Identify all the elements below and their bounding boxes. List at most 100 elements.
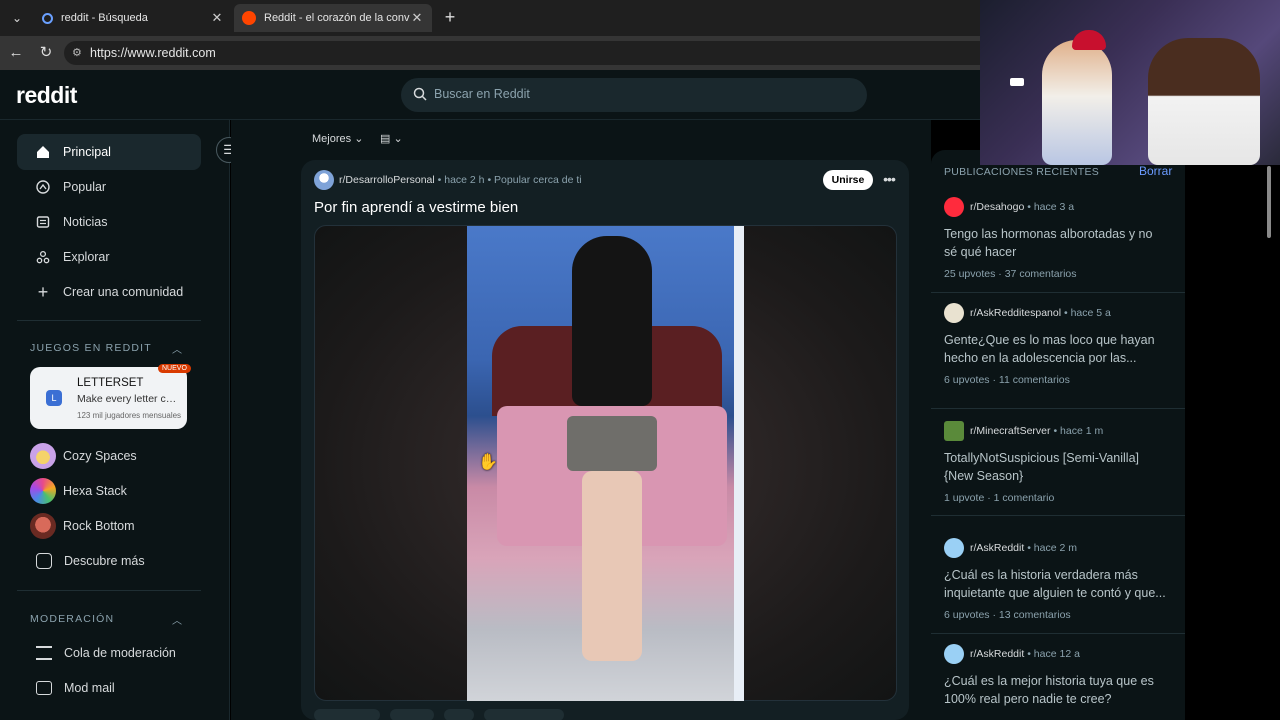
- photo-legs: [582, 471, 642, 661]
- home-icon: [35, 144, 51, 160]
- explore-icon: [35, 249, 51, 265]
- sidebar-item-rock-bottom[interactable]: Rock Bottom: [30, 512, 135, 540]
- recent-subreddit-link[interactable]: r/AskRedditespanol: [970, 307, 1061, 319]
- sidebar-item-mod-mail[interactable]: Mod mail: [30, 674, 115, 702]
- new-badge: NUEVO: [158, 364, 191, 373]
- back-arrow-icon[interactable]: ←: [6, 43, 26, 63]
- sidebar-item-cozy-spaces[interactable]: Cozy Spaces: [30, 442, 137, 470]
- sidebar-item-mod-queue[interactable]: Cola de moderación: [30, 639, 176, 667]
- plus-icon: +: [37, 281, 49, 302]
- moderation-section-title[interactable]: MODERACIÓN: [30, 613, 114, 625]
- chevron-down-icon: ⌄: [354, 133, 364, 145]
- sidebar-item-label: Cozy Spaces: [63, 449, 137, 463]
- sidebar-item-crear-comunidad[interactable]: + Crear una comunidad: [17, 274, 201, 310]
- photo-mirror-frame: [734, 226, 744, 701]
- award-button[interactable]: [444, 709, 474, 720]
- sidebar-item-explorar[interactable]: Explorar: [17, 239, 201, 275]
- sidebar-item-label: Principal: [63, 145, 111, 159]
- reload-icon[interactable]: ↻: [36, 43, 56, 63]
- search-favicon-icon: [42, 12, 53, 24]
- upvotes: 1 upvote: [944, 492, 985, 504]
- photo-skirt: [567, 416, 657, 471]
- streamer-right: [1148, 38, 1260, 165]
- comments-button[interactable]: [390, 709, 434, 720]
- comments: 1 comentario: [993, 492, 1055, 504]
- recent-post-meta: r/Desahogo • hace 3 a: [970, 201, 1075, 213]
- news-icon: [35, 214, 51, 230]
- subreddit-avatar[interactable]: [944, 538, 964, 558]
- post-title[interactable]: Por fin aprendí a vestirme bien: [314, 199, 518, 216]
- sidebar-item-label: Popular: [63, 180, 107, 194]
- clear-recent-button[interactable]: Borrar: [1139, 164, 1172, 178]
- sidebar-item-descubre-mas[interactable]: Descubre más: [30, 547, 145, 575]
- recent-divider: [931, 408, 1185, 409]
- red-cap: [1072, 30, 1106, 50]
- recent-time: hace 5 a: [1070, 307, 1111, 319]
- subreddit-avatar[interactable]: [944, 644, 964, 664]
- sidebar-divider: [17, 590, 201, 591]
- recent-post-title[interactable]: TotallyNotSuspicious [Semi-Vanilla] {New…: [944, 449, 1169, 485]
- game-description: Make every letter count: [77, 393, 182, 405]
- tab-title: Reddit - el corazón de la conversación: [264, 12, 410, 24]
- view-mode-dropdown[interactable]: ▤ ⌄: [380, 132, 403, 145]
- recent-subreddit-link[interactable]: r/Desahogo: [970, 201, 1024, 213]
- recent-post-meta: r/MinecraftServer • hace 1 m: [970, 425, 1104, 437]
- subreddit-avatar[interactable]: [944, 197, 964, 217]
- join-button[interactable]: Unirse: [823, 170, 873, 190]
- close-tab-icon[interactable]: ✕: [410, 10, 424, 26]
- recent-subreddit-link[interactable]: r/AskReddit: [970, 648, 1024, 660]
- tab-list-chevron-icon[interactable]: ⌄: [6, 8, 28, 28]
- mod-queue-icon: [36, 646, 52, 660]
- sidebar-item-noticias[interactable]: Noticias: [17, 204, 201, 240]
- search-input[interactable]: Buscar en Reddit: [401, 78, 867, 112]
- search-placeholder: Buscar en Reddit: [434, 87, 530, 101]
- recent-divider: [931, 515, 1185, 516]
- photo-figure: [572, 236, 652, 406]
- subreddit-avatar[interactable]: [944, 421, 964, 441]
- browser-tab-reddit[interactable]: Reddit - el corazón de la conversación ✕: [234, 4, 432, 32]
- sidebar-item-label: Cola de moderación: [64, 646, 176, 660]
- share-button[interactable]: [484, 709, 564, 720]
- recent-post-title[interactable]: ¿Cuál es la historia verdadera más inqui…: [944, 566, 1169, 602]
- recent-post-meta: r/AskRedditespanol • hace 5 a: [970, 307, 1111, 319]
- reddit-logo[interactable]: reddit: [16, 82, 77, 109]
- browser-tab-search[interactable]: reddit - Búsqueda ✕: [34, 4, 232, 32]
- sidebar-item-popular[interactable]: Popular: [17, 169, 201, 205]
- reddit-favicon-icon: [242, 11, 256, 25]
- chevron-down-icon: ⌄: [393, 133, 403, 145]
- game-players: 123 mil jugadores mensuales: [77, 411, 182, 420]
- gamepad-icon: [36, 553, 52, 569]
- cozy-spaces-icon: [30, 443, 56, 469]
- close-tab-icon[interactable]: ✕: [210, 10, 224, 26]
- new-tab-icon[interactable]: +: [440, 6, 460, 28]
- recent-divider: [931, 633, 1185, 634]
- sidebar-item-hexa-stack[interactable]: Hexa Stack: [30, 477, 127, 505]
- subreddit-avatar[interactable]: [314, 170, 334, 190]
- subreddit-avatar[interactable]: [944, 303, 964, 323]
- games-section-title[interactable]: JUEGOS EN REDDIT: [30, 342, 152, 354]
- chevron-up-icon[interactable]: ︿: [172, 612, 182, 627]
- recent-subreddit-link[interactable]: r/AskReddit: [970, 542, 1024, 554]
- post-subreddit-link[interactable]: r/DesarrolloPersonal: [339, 174, 435, 186]
- sidebar-item-label: Hexa Stack: [63, 484, 127, 498]
- recent-subreddit-link[interactable]: r/MinecraftServer: [970, 425, 1051, 437]
- vote-button[interactable]: [314, 709, 380, 720]
- recent-time: hace 3 a: [1033, 201, 1075, 213]
- mod-mail-icon: [36, 681, 52, 695]
- page-scrollbar[interactable]: [1267, 166, 1271, 238]
- more-options-icon[interactable]: •••: [879, 170, 899, 190]
- site-info-icon[interactable]: ⚙: [72, 46, 84, 60]
- game-title: LETTERSET: [77, 377, 144, 389]
- recent-post-stats: 1 upvote · 1 comentario: [944, 492, 1055, 504]
- recent-post-title[interactable]: Gente¿Que es lo mas loco que hayan hecho…: [944, 331, 1169, 367]
- chevron-up-icon[interactable]: ︿: [172, 341, 182, 356]
- recent-post-title[interactable]: Tengo las hormonas alborotadas y no sé q…: [944, 225, 1169, 261]
- letterset-logo-icon: L: [46, 390, 62, 406]
- post-image[interactable]: [467, 226, 744, 701]
- recent-time: hace 2 m: [1033, 542, 1077, 554]
- sort-dropdown[interactable]: Mejores ⌄: [312, 132, 363, 145]
- comments: 11 comentarios: [998, 374, 1070, 386]
- sidebar-item-label: Rock Bottom: [63, 519, 135, 533]
- sidebar-item-principal[interactable]: Principal: [17, 134, 201, 170]
- recent-post-title[interactable]: ¿Cuál es la mejor historia tuya que es 1…: [944, 672, 1169, 708]
